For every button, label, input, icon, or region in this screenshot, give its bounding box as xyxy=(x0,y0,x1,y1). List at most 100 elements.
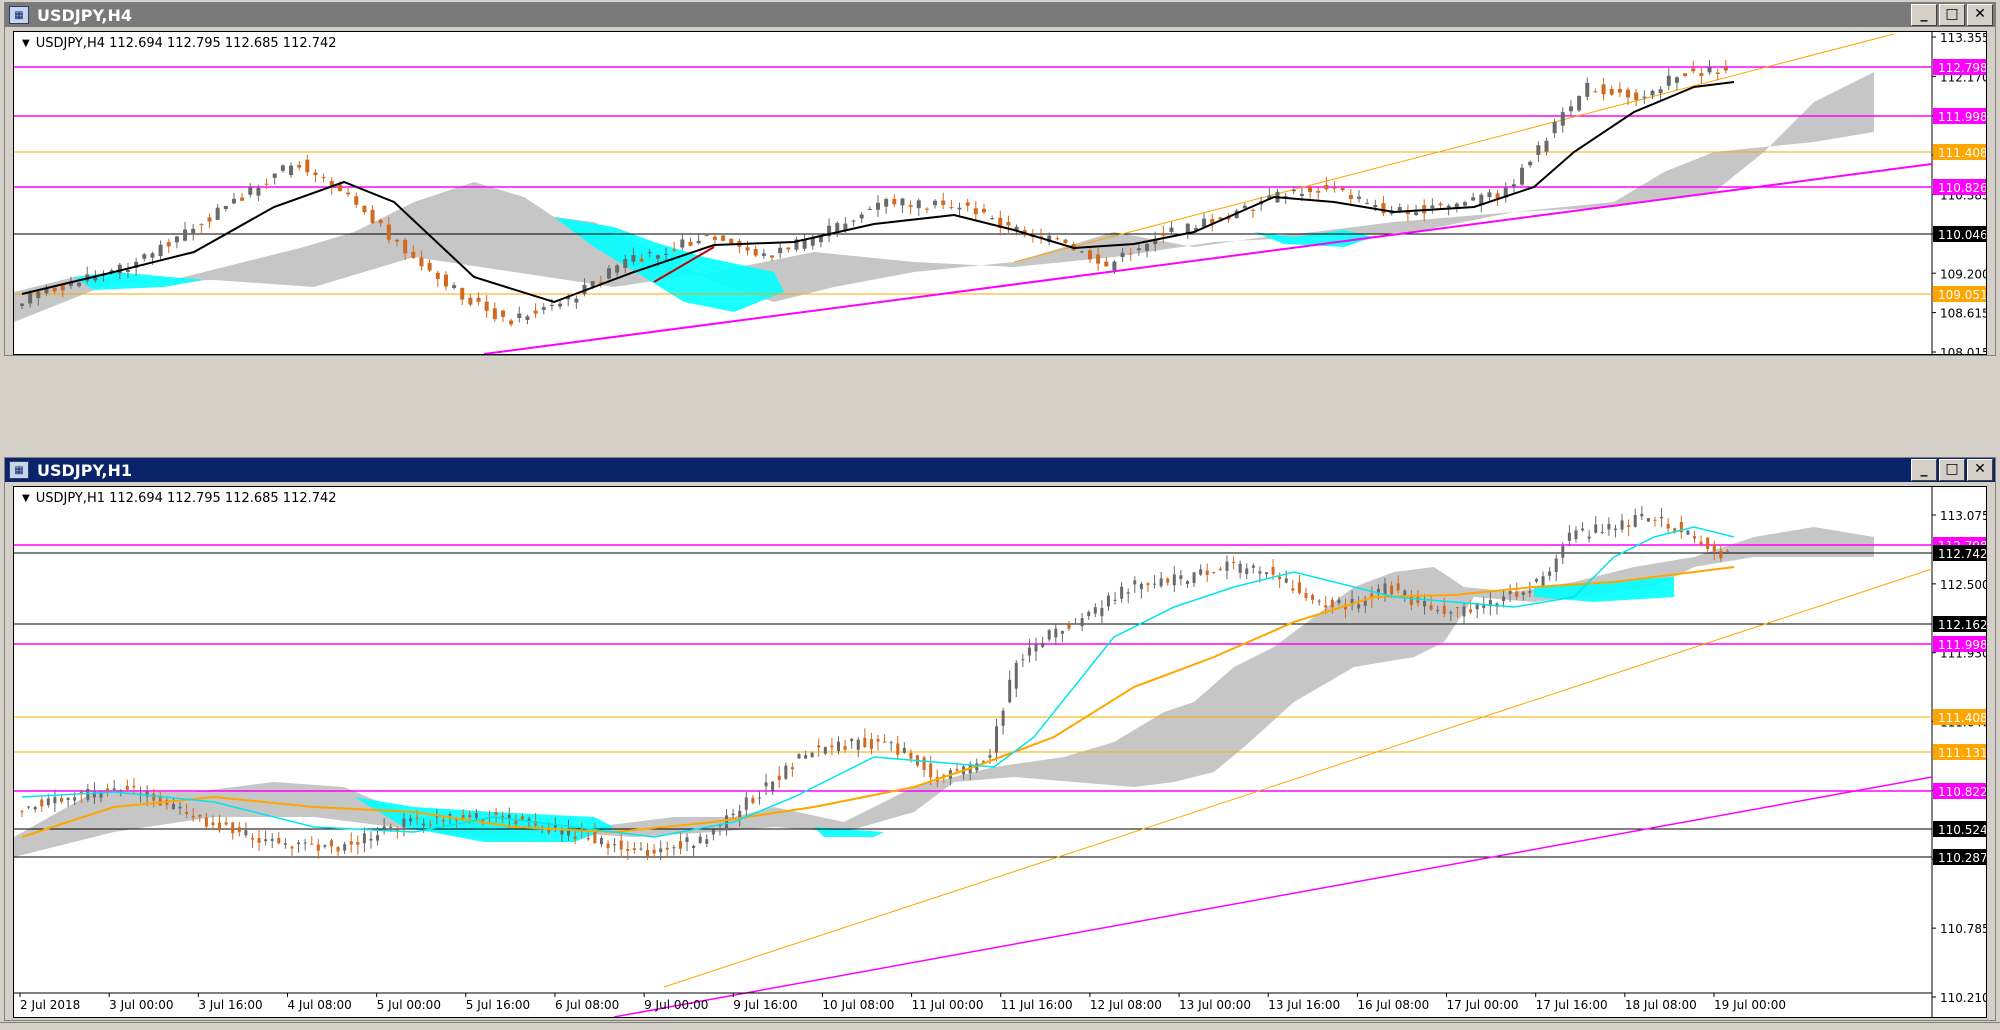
candle-bull xyxy=(1574,530,1578,539)
minimize-button[interactable]: _ xyxy=(1911,459,1937,481)
candle-bear xyxy=(204,817,208,827)
candle-bull xyxy=(1520,167,1525,185)
level-tag-label: 111.408 xyxy=(1938,146,1986,160)
candle-bear xyxy=(191,815,195,818)
time-axis-label: 12 Jul 08:00 xyxy=(1090,998,1162,1012)
trendline xyxy=(613,776,1933,1017)
candle-bull xyxy=(692,845,696,849)
candle-bear xyxy=(777,775,781,780)
candle-bear xyxy=(678,841,682,849)
candle-bear xyxy=(1232,561,1236,563)
candle-bear xyxy=(476,297,481,302)
candle-bull xyxy=(655,255,660,259)
candle-bull xyxy=(525,316,530,320)
candle-bull xyxy=(698,836,702,844)
candle-bear xyxy=(1212,571,1216,573)
close-button[interactable]: ✕ xyxy=(1967,459,1993,481)
candle-bull xyxy=(1487,192,1492,198)
candle-bull xyxy=(1658,89,1663,94)
time-axis-label: 13 Jul 00:00 xyxy=(1179,998,1251,1012)
candle-bear xyxy=(745,247,750,251)
candle-bull xyxy=(1100,607,1104,617)
candle-bear xyxy=(712,236,717,240)
candle-bear xyxy=(240,197,245,201)
candle-bear xyxy=(1006,221,1011,226)
candle-bull xyxy=(1430,205,1435,209)
candle-bull xyxy=(46,798,50,806)
candle-bear xyxy=(892,198,897,205)
candle-bull xyxy=(1112,261,1117,271)
candle-bear xyxy=(922,757,926,771)
chart-canvas-h4[interactable]: 113.355112.170111.585110.985110.385109.8… xyxy=(14,32,1986,354)
candle-bear xyxy=(704,234,709,236)
candle-bear xyxy=(329,840,333,847)
candle-bear xyxy=(1161,232,1166,236)
candle-bull xyxy=(744,797,748,810)
level-tag-label: 110.524 xyxy=(1938,823,1986,837)
chart-ohlc-h1: USDJPY,H1 112.694 112.795 112.685 112.74… xyxy=(35,491,337,506)
candle-bear xyxy=(316,844,320,851)
candle-bear xyxy=(593,831,597,844)
dropdown-triangle-icon[interactable]: ▼ xyxy=(22,38,30,49)
candle-bear xyxy=(1634,92,1639,100)
candle-bull xyxy=(1642,96,1647,98)
candle-bull xyxy=(1397,207,1402,211)
chart-window-h4[interactable]: ▦ USDJPY,H4 _ □ ✕ 113.355112.170111.5851… xyxy=(4,2,1996,356)
candle-bear xyxy=(132,786,136,788)
candle-bull xyxy=(764,782,768,787)
candle-bull xyxy=(1159,578,1163,587)
candle-bull xyxy=(1502,596,1506,601)
candle-bull xyxy=(1047,630,1051,640)
candle-bull xyxy=(1021,659,1025,661)
candle-bear xyxy=(1218,568,1222,570)
candle-bear xyxy=(346,192,351,195)
candle-bull xyxy=(1283,195,1288,197)
candle-bull xyxy=(343,844,347,851)
candle-bull xyxy=(647,252,652,254)
candle-bull xyxy=(183,229,188,241)
candle-bull xyxy=(1528,161,1533,166)
candle-bull xyxy=(988,755,992,758)
chart-window-h1[interactable]: ▦ USDJPY,H1 _ □ ✕ 113.075 112.500 111.930 1… xyxy=(4,457,1996,1021)
candle-bull xyxy=(1185,223,1190,233)
candle-bull xyxy=(889,742,893,744)
candle-bull xyxy=(369,838,373,841)
candle-bull xyxy=(1471,197,1476,201)
candle-bull xyxy=(1172,574,1176,586)
candle-bear xyxy=(909,752,913,759)
candle-bear xyxy=(876,738,880,742)
candle-bull xyxy=(1373,205,1378,208)
candle-bull xyxy=(1414,212,1419,215)
candle-bear xyxy=(665,847,669,850)
price-axis-label: 110.785 xyxy=(1940,922,1986,936)
window-titlebar-h1[interactable]: ▦ USDJPY,H1 _ □ ✕ xyxy=(5,458,1995,482)
candle-bear xyxy=(1332,187,1337,189)
chart-area-h1[interactable]: 113.075112.500111.930111.640111.355111.0… xyxy=(13,486,1987,1018)
candle-bear xyxy=(1297,582,1301,594)
candle-bull xyxy=(623,259,628,269)
candle-bull xyxy=(1666,75,1671,86)
candle-bull xyxy=(1554,558,1558,572)
maximize-button[interactable]: □ xyxy=(1939,459,1965,481)
candle-bull xyxy=(664,253,669,255)
candle-bull xyxy=(851,220,856,222)
maximize-button[interactable]: □ xyxy=(1939,4,1965,26)
candle-bear xyxy=(981,208,986,213)
candle-bear xyxy=(199,224,204,226)
minimize-button[interactable]: _ xyxy=(1911,4,1937,26)
candle-bull xyxy=(1357,604,1361,609)
candle-bull xyxy=(158,244,163,257)
candle-bull xyxy=(1508,590,1512,594)
time-axis-label: 6 Jul 08:00 xyxy=(555,998,619,1012)
dropdown-triangle-icon[interactable]: ▼ xyxy=(22,493,30,504)
candle-bull xyxy=(1145,244,1150,251)
time-axis-label: 3 Jul 00:00 xyxy=(109,998,173,1012)
price-axis-label: 110.210 xyxy=(1940,991,1986,1005)
candle-bull xyxy=(297,842,301,845)
chart-canvas-h1[interactable]: 113.075112.500111.930111.640111.355111.0… xyxy=(14,487,1986,1017)
close-button[interactable]: ✕ xyxy=(1967,4,1993,26)
chart-area-h4[interactable]: 113.355112.170111.585110.985110.385109.8… xyxy=(13,31,1987,355)
window-titlebar-h4[interactable]: ▦ USDJPY,H4 _ □ ✕ xyxy=(5,3,1995,27)
price-axis-label: 109.200 xyxy=(1940,267,1986,281)
candle-bear xyxy=(639,258,644,262)
